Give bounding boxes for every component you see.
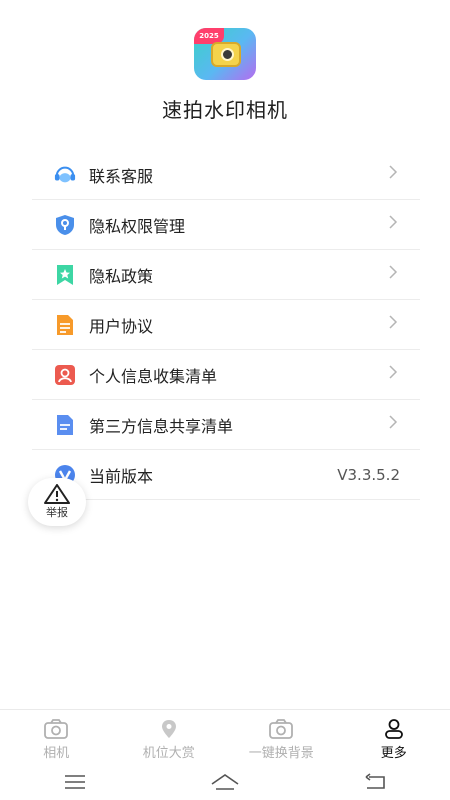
version-value: V3.3.5.2 (337, 465, 400, 484)
home-icon[interactable] (205, 768, 245, 796)
camera-icon (44, 719, 69, 739)
tab-more[interactable]: 更多 (338, 710, 450, 764)
privacy-shield-icon (54, 214, 76, 236)
user-icon (384, 719, 403, 739)
bottom-tab-bar: 相机 机位大赏 一键换背景 更多 (0, 709, 450, 764)
menu-item-user-agreement[interactable]: 用户协议 (32, 300, 420, 350)
chevron-right-icon (386, 164, 400, 185)
person-icon (54, 364, 76, 386)
menu-item-label: 第三方信息共享清单 (89, 416, 234, 436)
settings-menu: 联系客服 隐私权限管理 隐私政策 用户协议 个人信息收集清单 第三方信息共享清单… (32, 150, 420, 500)
share-doc-icon (54, 414, 76, 436)
menu-item-label: 当前版本 (89, 466, 154, 486)
back-icon[interactable] (355, 768, 395, 796)
tab-label: 一键换背景 (248, 746, 314, 761)
menu-item-label: 个人信息收集清单 (89, 366, 218, 386)
warning-icon (44, 484, 70, 504)
document-icon (54, 314, 76, 336)
report-button[interactable]: 举报 (28, 478, 86, 526)
chevron-right-icon (386, 214, 400, 235)
menu-item-label: 隐私权限管理 (89, 216, 186, 236)
menu-item-label: 隐私政策 (89, 266, 154, 286)
chevron-right-icon (386, 314, 400, 335)
tab-camera[interactable]: 相机 (0, 710, 113, 764)
menu-item-label: 联系客服 (89, 166, 154, 186)
tab-label: 机位大赏 (142, 746, 195, 761)
app-logo: 2025 (194, 28, 256, 80)
menu-item-current-version: 当前版本 V3.3.5.2 (32, 450, 420, 500)
chevron-right-icon (386, 414, 400, 435)
chevron-right-icon (386, 264, 400, 285)
menu-item-personal-info-list[interactable]: 个人信息收集清单 (32, 350, 420, 400)
camera-swap-icon (269, 719, 294, 739)
app-header: 2025 速拍水印相机 (0, 0, 450, 150)
bookmark-star-icon (54, 264, 76, 286)
menu-item-customer-service[interactable]: 联系客服 (32, 150, 420, 200)
menu-item-label: 用户协议 (89, 316, 154, 336)
menu-item-third-party-sharing[interactable]: 第三方信息共享清单 (32, 400, 420, 450)
report-label: 举报 (46, 506, 68, 519)
tab-label: 相机 (43, 746, 70, 761)
chevron-right-icon (386, 364, 400, 385)
menu-item-privacy-permission[interactable]: 隐私权限管理 (32, 200, 420, 250)
menu-icon[interactable] (55, 768, 95, 796)
app-title: 速拍水印相机 (162, 98, 288, 122)
tab-change-background[interactable]: 一键换背景 (225, 710, 338, 764)
menu-item-privacy-policy[interactable]: 隐私政策 (32, 250, 420, 300)
location-pin-icon (161, 720, 176, 738)
system-navigation-bar (0, 764, 450, 800)
tab-label: 更多 (380, 746, 407, 761)
tab-spots[interactable]: 机位大赏 (113, 710, 226, 764)
camera-logo-icon (211, 42, 241, 67)
customer-service-icon (54, 164, 76, 186)
